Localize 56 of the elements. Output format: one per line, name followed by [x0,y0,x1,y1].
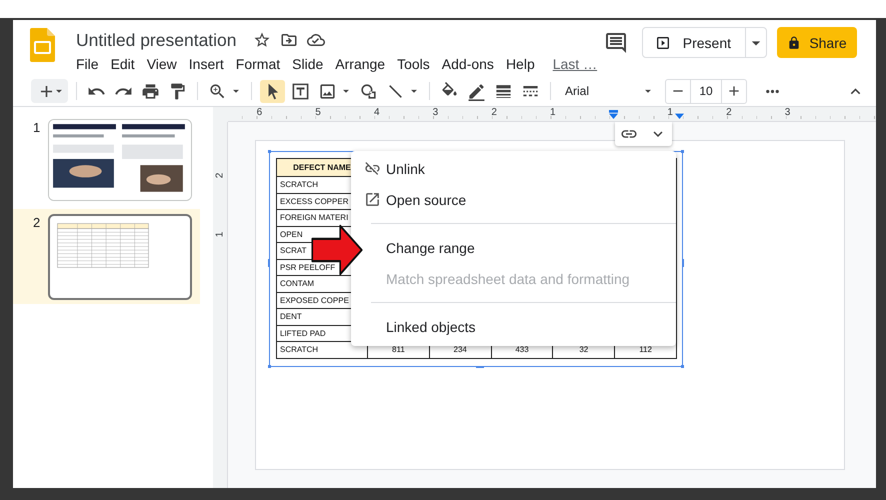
resize-handle[interactable] [681,365,684,368]
folder-icon[interactable] [280,31,298,49]
menu-item[interactable]: Format [236,56,280,72]
menu-option-label: Unlink [386,160,425,176]
resize-handle[interactable] [268,365,271,368]
resize-handle[interactable] [268,259,270,267]
lock-icon [787,36,802,50]
resize-handle[interactable] [681,150,684,153]
slideshow-icon [654,34,671,50]
last-edit-link[interactable]: Last … [552,56,598,72]
resize-handle[interactable] [268,150,271,153]
filmstrip-slide[interactable]: 1 [13,117,200,203]
horizontal-ruler[interactable]: 6 5 4 3 2 1 1 2 3 [228,107,876,122]
menu-item[interactable]: Insert [188,56,224,72]
font-dropdown[interactable]: Arial [565,84,655,98]
star-icon[interactable] [252,31,271,49]
ruler-label: 2 [726,107,732,118]
ruler-label: 3 [432,107,438,118]
ruler-label: 5 [315,107,321,118]
ruler-label: 2 [491,107,497,118]
ruler-label: 2 [214,172,226,178]
ruler-label: 6 [256,107,262,118]
menu-item[interactable]: File [76,56,99,72]
resize-handle[interactable] [476,366,484,368]
menu-option-label: Change range [386,240,475,256]
link-chip[interactable] [615,122,672,146]
menu-item[interactable]: Arrange [335,56,386,72]
share-button[interactable]: Share [777,27,857,58]
ruler-label: 1 [667,107,673,118]
new-slide-button[interactable] [31,79,68,103]
menu-option-label: Linked objects [386,318,476,334]
filmstrip-slide[interactable]: 2 [13,209,200,304]
ruler-label: 1 [550,107,556,118]
slide-thumbnail[interactable] [48,214,192,300]
vertical-ruler[interactable]: 2 1 [213,122,228,488]
menu-option-label: Match spreadsheet data and formatting [386,270,630,286]
select-tool-button[interactable] [260,80,285,102]
menu-item[interactable]: Slide [292,56,324,72]
menu-option-label: Open source [386,192,466,208]
cloud-icon[interactable] [306,31,325,49]
slide-number: 1 [33,120,42,135]
resize-handle[interactable] [682,259,684,267]
menu-item[interactable]: Help [506,56,535,72]
ruler-label: 4 [374,107,380,118]
document-title[interactable]: Untitled presentation [76,30,237,50]
menu-item[interactable]: Tools [397,56,430,72]
ruler-label: 3 [784,107,790,118]
open-external-icon [364,191,381,208]
indent-marker-icon[interactable] [609,110,618,119]
ruler-label: 1 [214,231,226,237]
slide-number: 2 [33,215,42,230]
comment-icon[interactable] [604,30,628,54]
unlink-icon [364,160,381,177]
menu-item[interactable]: View [146,56,177,72]
menu-item[interactable]: Add-ons [442,56,494,72]
menu-item[interactable]: Edit [110,56,135,72]
